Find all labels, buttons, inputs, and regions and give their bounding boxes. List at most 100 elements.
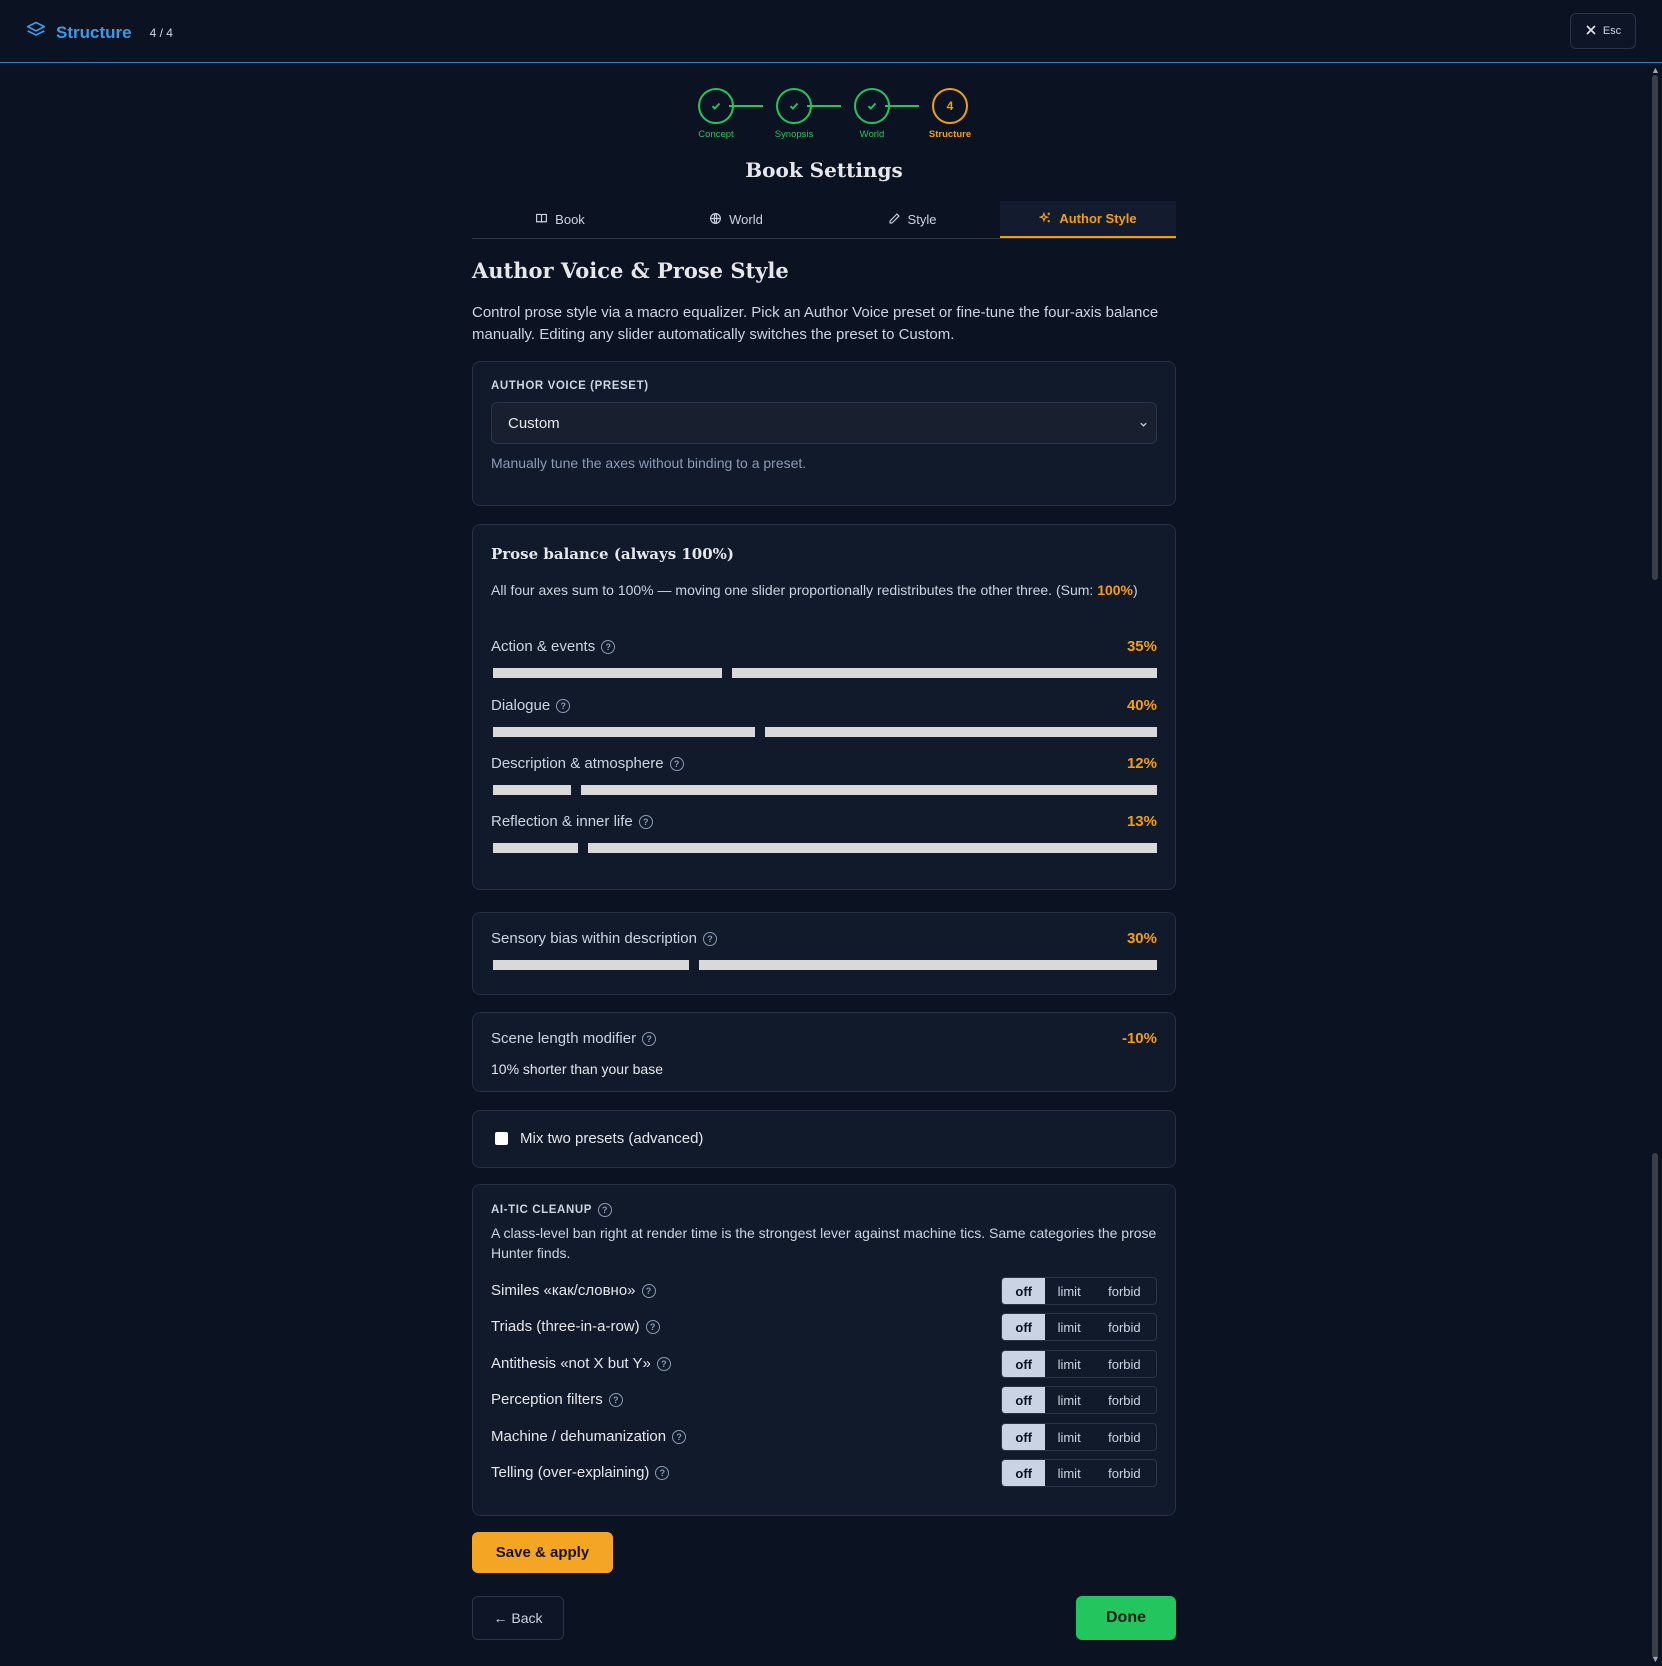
- tic-option-off[interactable]: off: [1002, 1314, 1046, 1340]
- help-icon[interactable]: ?: [645, 1319, 660, 1334]
- tab-label: Book: [555, 212, 585, 227]
- tic-option-forbid[interactable]: forbid: [1093, 1314, 1156, 1340]
- axis-slider[interactable]: [493, 843, 1157, 853]
- help-icon[interactable]: ?: [641, 1283, 656, 1298]
- tic-label: Machine / dehumanization?: [491, 1428, 687, 1445]
- slider-filled-track[interactable]: [493, 843, 578, 853]
- tic-option-limit[interactable]: limit: [1045, 1460, 1092, 1486]
- mix-presets-checkbox[interactable]: [495, 1132, 508, 1145]
- balance-description: All four axes sum to 100% — moving one s…: [491, 580, 1157, 601]
- step-world[interactable]: World: [842, 88, 902, 140]
- tab-world[interactable]: World: [648, 201, 824, 238]
- help-icon[interactable]: ?: [669, 756, 684, 771]
- axis-slider[interactable]: [493, 785, 1157, 795]
- axis-slider[interactable]: [493, 727, 1157, 737]
- scrollbar-thumb-secondary[interactable]: [1652, 1153, 1658, 1658]
- axis-value: 40%: [1126, 697, 1157, 714]
- tic-option-forbid[interactable]: forbid: [1093, 1278, 1156, 1304]
- tic-row: Machine / dehumanization? off limit forbid: [491, 1423, 1157, 1451]
- tic-label-text: Perception filters: [491, 1391, 603, 1408]
- preset-caption: AUTHOR VOICE (PRESET): [491, 380, 649, 392]
- tic-option-limit[interactable]: limit: [1045, 1387, 1092, 1413]
- author-voice-select[interactable]: Custom: [491, 402, 1157, 444]
- axis-label: Sensory bias within description: [491, 930, 697, 947]
- slider-filled-track[interactable]: [493, 668, 722, 678]
- tic-option-limit[interactable]: limit: [1045, 1424, 1092, 1450]
- chevron-down-icon: [1140, 422, 1147, 427]
- preset-hint: Manually tune the axes without binding t…: [491, 455, 807, 471]
- tic-option-limit[interactable]: limit: [1045, 1278, 1092, 1304]
- tic-option-forbid[interactable]: forbid: [1093, 1351, 1156, 1377]
- axis-description: Description & atmosphere? 12%: [491, 755, 1157, 801]
- tic-option-limit[interactable]: limit: [1045, 1351, 1092, 1377]
- axis-value: 35%: [1126, 638, 1157, 655]
- tic-option-off[interactable]: off: [1002, 1278, 1046, 1304]
- scroll-up-arrow-icon[interactable]: ▲: [1651, 65, 1660, 75]
- mix-presets-checkbox-row[interactable]: Mix two presets (advanced): [495, 1130, 703, 1147]
- help-icon[interactable]: ?: [702, 931, 717, 946]
- scrollbar[interactable]: ▲ ▼: [1648, 63, 1662, 1666]
- sensory-bias-card: Sensory bias within description? 30%: [472, 912, 1176, 995]
- slider-remaining-track[interactable]: [581, 785, 1157, 795]
- scrollbar-thumb[interactable]: [1652, 75, 1658, 580]
- tic-mode-toggle: off limit forbid: [1001, 1277, 1157, 1305]
- tic-option-off[interactable]: off: [1002, 1460, 1046, 1486]
- tab-label: World: [729, 212, 763, 227]
- step-concept[interactable]: Concept: [686, 88, 746, 140]
- tic-option-off[interactable]: off: [1002, 1387, 1046, 1413]
- scroll-down-arrow-icon[interactable]: ▼: [1651, 1654, 1660, 1664]
- slider-remaining-track[interactable]: [588, 843, 1157, 853]
- slider-remaining-track[interactable]: [765, 727, 1157, 737]
- step-connector: [885, 105, 919, 107]
- axis-reflection: Reflection & inner life? 13%: [491, 813, 1157, 859]
- help-icon[interactable]: ?: [556, 698, 571, 713]
- help-icon[interactable]: ?: [672, 1429, 687, 1444]
- axis-slider[interactable]: [493, 960, 1157, 970]
- help-icon[interactable]: ?: [655, 1465, 670, 1480]
- tic-row: Similes «как/словно»? off limit forbid: [491, 1277, 1157, 1305]
- axis-slider[interactable]: [493, 668, 1157, 678]
- tic-label: Telling (over-explaining)?: [491, 1464, 670, 1481]
- tic-option-limit[interactable]: limit: [1045, 1314, 1092, 1340]
- close-icon: [1585, 24, 1597, 39]
- back-button[interactable]: ← Back: [472, 1596, 564, 1640]
- tab-book[interactable]: Book: [472, 201, 648, 238]
- step-number: 4: [932, 88, 968, 124]
- tic-option-forbid[interactable]: forbid: [1093, 1460, 1156, 1486]
- tic-label: Antithesis «not X but Y»?: [491, 1355, 671, 1372]
- slider-filled-track[interactable]: [493, 785, 571, 795]
- help-icon[interactable]: ?: [638, 814, 653, 829]
- step-synopsis[interactable]: Synopsis: [764, 88, 824, 140]
- slider-remaining-track[interactable]: [699, 960, 1157, 970]
- tic-option-off[interactable]: off: [1002, 1424, 1046, 1450]
- done-button[interactable]: Done: [1076, 1596, 1176, 1640]
- slider-filled-track[interactable]: [493, 727, 755, 737]
- balance-sum: 100%: [1097, 582, 1133, 598]
- tab-label: Style: [907, 212, 937, 227]
- close-button[interactable]: Esc: [1570, 13, 1636, 49]
- tic-option-off[interactable]: off: [1002, 1351, 1046, 1377]
- help-icon[interactable]: ?: [598, 1203, 613, 1217]
- step-label: Synopsis: [774, 129, 814, 140]
- help-icon[interactable]: ?: [642, 1031, 657, 1046]
- slider-filled-track[interactable]: [493, 960, 689, 970]
- ai-tic-cleanup-card: AI-TIC CLEANUP? A class-level ban right …: [472, 1184, 1176, 1516]
- balance-description-end: ): [1133, 582, 1138, 598]
- help-icon[interactable]: ?: [656, 1356, 671, 1371]
- tic-option-forbid[interactable]: forbid: [1093, 1387, 1156, 1413]
- save-apply-button[interactable]: Save & apply: [472, 1532, 613, 1573]
- tic-option-forbid[interactable]: forbid: [1093, 1424, 1156, 1450]
- step-connector: [729, 105, 763, 107]
- step-structure[interactable]: 4 Structure: [920, 88, 980, 140]
- tab-author-style[interactable]: Author Style: [1000, 201, 1176, 238]
- tic-row: Perception filters? off limit forbid: [491, 1386, 1157, 1414]
- globe-icon: [709, 212, 722, 228]
- select-value: Custom: [508, 414, 560, 432]
- step-label: Concept: [698, 129, 734, 140]
- slider-remaining-track[interactable]: [732, 668, 1157, 678]
- help-icon[interactable]: ?: [608, 1392, 623, 1407]
- help-icon[interactable]: ?: [601, 639, 616, 654]
- tic-row: Antithesis «not X but Y»? off limit forbid: [491, 1350, 1157, 1378]
- balance-title: Prose balance (always 100%): [491, 545, 735, 563]
- tab-style[interactable]: Style: [824, 201, 1000, 238]
